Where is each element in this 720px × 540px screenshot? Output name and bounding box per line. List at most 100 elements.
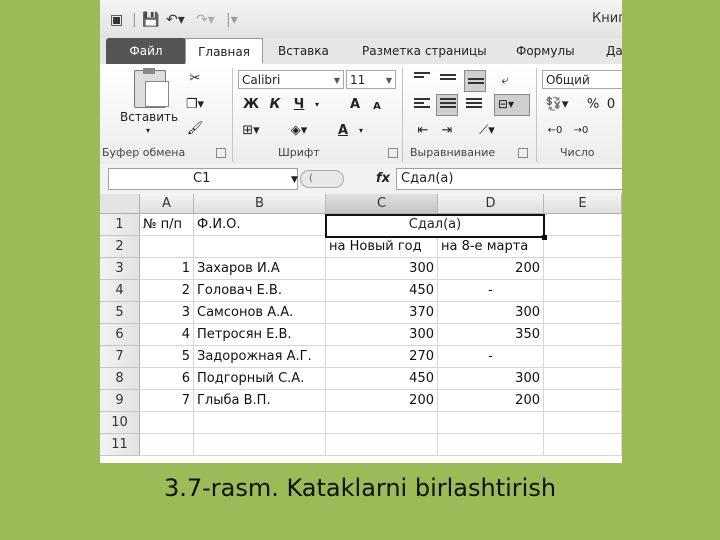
select-all-corner[interactable] [100,194,140,214]
row-header-7[interactable]: 7 [100,346,140,368]
tab-formulas[interactable]: Формулы [516,38,575,64]
cell-c7[interactable]: 270 [326,346,438,368]
decrease-decimal-icon[interactable]: →0 [570,120,592,142]
undo-icon[interactable]: ↶▾ [166,11,185,29]
bold-button[interactable]: Ж [240,94,262,116]
underline-dropdown-icon[interactable]: ▾ [306,94,328,116]
cell-e3[interactable] [544,258,622,280]
align-middle-icon[interactable] [440,74,456,86]
row-header-9[interactable]: 9 [100,390,140,412]
column-header-c[interactable]: C [326,194,438,214]
row-header-8[interactable]: 8 [100,368,140,390]
format-painter-icon[interactable]: 🖌 [184,118,206,140]
cell-e2[interactable] [544,236,622,258]
cell-a1[interactable]: № п/п [140,214,194,236]
paste-icon[interactable] [134,68,169,108]
cell-b8[interactable]: Подгорный С.А. [194,368,326,390]
formula-bar-resize-handle[interactable]: ( [300,170,344,188]
cell-c11[interactable] [326,434,438,456]
cell-d3[interactable]: 200 [438,258,544,280]
font-size-combo[interactable]: 11 ▼ [346,70,396,89]
cell-d7[interactable]: - [438,346,544,368]
cell-b1[interactable]: Ф.И.О. [194,214,326,236]
cell-b4[interactable]: Головач Е.В. [194,280,326,302]
cell-b9[interactable]: Глыба В.П. [194,390,326,412]
cell-e5[interactable] [544,302,622,324]
cell-e4[interactable] [544,280,622,302]
cell-a9[interactable]: 7 [140,390,194,412]
cell-e6[interactable] [544,324,622,346]
cut-icon[interactable]: ✂ [184,68,206,90]
cell-e10[interactable] [544,412,622,434]
cell-e7[interactable] [544,346,622,368]
cell-b5[interactable]: Самсонов А.А. [194,302,326,324]
cell-d11[interactable] [438,434,544,456]
cell-c6[interactable]: 300 [326,324,438,346]
cell-a11[interactable] [140,434,194,456]
cell-e8[interactable] [544,368,622,390]
cell-c4[interactable]: 450 [326,280,438,302]
paste-dropdown-icon[interactable]: ▾ [146,126,150,135]
cell-c10[interactable] [326,412,438,434]
cell-c9[interactable]: 200 [326,390,438,412]
align-right-icon[interactable] [466,98,482,110]
cell-c2[interactable]: на Новый год [326,236,438,258]
cell-b11[interactable] [194,434,326,456]
row-header-5[interactable]: 5 [100,302,140,324]
align-left-icon[interactable] [414,98,430,110]
decrease-indent-icon[interactable]: ⇤ [412,120,434,142]
comma-style-icon[interactable]: 0 [604,94,618,116]
shrink-font-button[interactable]: A [366,96,388,118]
font-color-dropdown-icon[interactable]: ▾ [350,120,372,142]
column-header-d[interactable]: D [438,194,544,214]
row-header-1[interactable]: 1 [100,214,140,236]
cell-a2[interactable] [140,236,194,258]
row-header-10[interactable]: 10 [100,412,140,434]
borders-icon[interactable]: ⊞▾ [240,120,262,142]
cell-e1[interactable] [544,214,622,236]
name-box[interactable]: C1 ▼ [108,168,298,190]
cell-c5[interactable]: 370 [326,302,438,324]
copy-icon[interactable]: ❐▾ [184,94,206,116]
clipboard-launcher-icon[interactable] [216,148,226,158]
cell-b6[interactable]: Петросян Е.В. [194,324,326,346]
tab-home[interactable]: Главная [185,38,263,64]
cell-e9[interactable] [544,390,622,412]
grow-font-button[interactable]: A [344,94,366,116]
row-header-11[interactable]: 11 [100,434,140,456]
cell-d10[interactable] [438,412,544,434]
number-format-combo[interactable]: Общий [542,70,622,89]
cell-d4[interactable]: - [438,280,544,302]
cell-b2[interactable] [194,236,326,258]
column-header-e[interactable]: E [544,194,622,214]
row-header-6[interactable]: 6 [100,324,140,346]
cell-d6[interactable]: 350 [438,324,544,346]
cell-c3[interactable]: 300 [326,258,438,280]
cell-c8[interactable]: 450 [326,368,438,390]
cell-a8[interactable]: 6 [140,368,194,390]
row-header-2[interactable]: 2 [100,236,140,258]
cell-a5[interactable]: 3 [140,302,194,324]
fill-color-icon[interactable]: ◈▾ [288,120,310,142]
paste-button[interactable]: Вставить [120,110,178,124]
cell-d8[interactable]: 300 [438,368,544,390]
cell-a6[interactable]: 4 [140,324,194,346]
column-header-b[interactable]: B [194,194,326,214]
cell-d9[interactable]: 200 [438,390,544,412]
cell-a10[interactable] [140,412,194,434]
align-top-icon[interactable] [414,72,430,84]
font-name-combo[interactable]: Calibri ▼ [238,70,344,89]
column-header-a[interactable]: A [140,194,194,214]
tab-file[interactable]: Файл [106,38,186,64]
customize-toolbar-icon[interactable]: |▾ [226,11,238,29]
cell-a7[interactable]: 5 [140,346,194,368]
alignment-launcher-icon[interactable] [518,148,528,158]
cell-d2[interactable]: на 8-е марта [438,236,544,258]
merged-cell-c1-d1[interactable]: Сдал(а) [325,214,545,238]
cell-d5[interactable]: 300 [438,302,544,324]
cell-b3[interactable]: Захаров И.А [194,258,326,280]
wrap-text-icon[interactable]: ⤶ [494,70,516,92]
increase-indent-icon[interactable]: ⇥ [436,120,458,142]
percent-button[interactable]: % [582,94,604,116]
font-launcher-icon[interactable] [388,148,398,158]
